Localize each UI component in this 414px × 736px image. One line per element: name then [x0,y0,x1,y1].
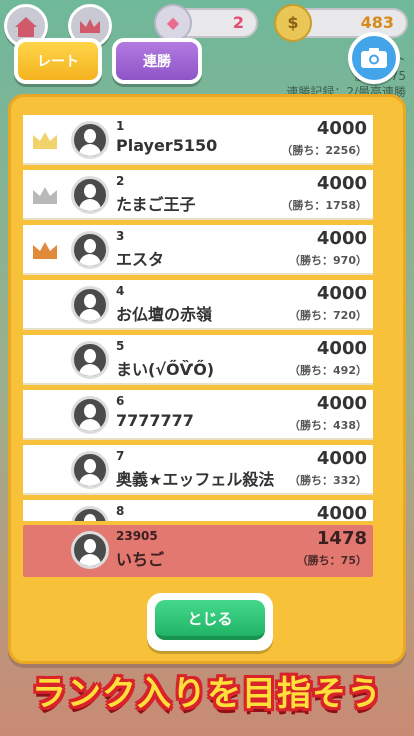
gem-icon: ◆ [154,4,192,42]
player-name: 奥義★エッフェル殺法 [116,470,275,489]
tab-rate-label: レート [37,54,79,70]
player-name: エスタ [116,250,165,269]
player-wins: （勝ち：720） [289,309,367,322]
player-name: まい(√ŐѶŐ) [116,360,215,379]
player-rank: 2 [116,174,125,188]
player-rank: 7 [116,449,125,463]
promo-banner: ランク入りを目指そう [32,674,382,714]
player-score: 4000 [316,393,367,414]
avatar [71,341,109,379]
player-wins: （勝ち：2256） [281,144,367,157]
crown-icon [33,242,57,259]
ranking-row: 8 4000 [23,500,373,521]
coin-count: 483 [360,13,394,32]
player-rank: 1 [116,119,125,133]
tab-rate[interactable]: レート [14,38,102,84]
avatar [71,231,109,269]
player-rank: 3 [116,229,125,243]
player-wins: （勝ち：970） [289,254,367,267]
player-wins: （勝ち：332） [289,474,367,487]
player-name: お仏壇の赤嶺 [116,305,213,324]
avatar [71,286,109,324]
player-name: たまご王子 [116,195,196,214]
camera-icon [361,48,387,68]
avatar [71,506,109,521]
player-score: 4000 [316,118,367,139]
player-rank: 8 [116,504,125,518]
player-rank: 4 [116,284,125,298]
ranking-row: 3 エスタ 4000 （勝ち：970） [23,225,373,275]
ranking-modal: 8 4000 7 奥義★エッフェル殺法 4000 （勝ち：332） 6 7777777 4000… [8,94,406,664]
player-score: 4000 [316,338,367,359]
ranking-row: 1 Player5150 4000 （勝ち：2256） [23,115,373,165]
tab-streak[interactable]: 連勝 [112,38,202,84]
ranking-row: 6 7777777 4000 （勝ち：438） [23,390,373,440]
ranking-list[interactable]: 8 4000 7 奥義★エッフェル殺法 4000 （勝ち：332） 6 7777777 4000… [23,115,385,521]
close-button-label: とじる [155,600,265,640]
gem-count: 2 [232,13,244,32]
avatar [71,121,109,159]
player-name: Player5150 [116,136,218,155]
player-wins: （勝ち：438） [289,419,367,432]
player-name: 7777777 [116,411,194,430]
my-name: いちご [116,550,165,569]
screenshot-button[interactable] [348,32,400,84]
ranking-row: 5 まい(√ŐѶŐ) 4000 （勝ち：492） [23,335,373,385]
coin-bag-icon: $ [274,4,312,42]
player-score: 4000 [316,283,367,304]
gem-counter: ◆ 2 [154,4,258,42]
ranking-row: 7 奥義★エッフェル殺法 4000 （勝ち：332） [23,445,373,495]
player-wins: （勝ち：492） [289,364,367,377]
avatar [71,531,109,569]
my-rank-row: 23905 いちご 1478 （勝ち：75） [23,525,373,577]
coin-counter: $ 483 [274,4,408,42]
player-score: 4000 [316,503,367,521]
avatar [71,451,109,489]
my-score: 1478 [316,528,367,549]
player-rank: 6 [116,394,125,408]
ranking-row: 2 たまご王子 4000 （勝ち：1758） [23,170,373,220]
crown-icon [33,187,57,204]
player-wins: （勝ち：1758） [281,199,367,212]
crown-icon [33,132,57,149]
my-wins: （勝ち：75） [296,554,367,567]
my-rank: 23905 [116,529,158,543]
avatar [71,396,109,434]
player-rank: 5 [116,339,125,353]
player-score: 4000 [316,448,367,469]
player-score: 4000 [316,173,367,194]
ranking-row: 4 お仏壇の赤嶺 4000 （勝ち：720） [23,280,373,330]
player-score: 4000 [316,228,367,249]
tab-streak-label: 連勝 [143,54,171,70]
avatar [71,176,109,214]
close-button[interactable]: とじる [147,593,273,651]
